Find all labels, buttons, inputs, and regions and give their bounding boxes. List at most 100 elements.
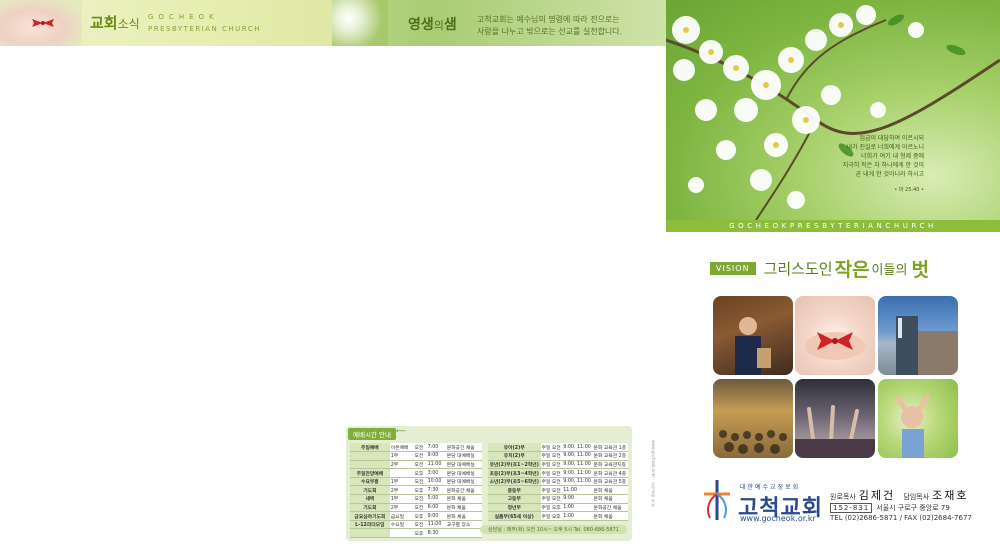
- table-row: 오후 8:30: [350, 528, 482, 539]
- table-cell: 2부: [389, 503, 414, 513]
- table-cell: 주일 오전: [540, 485, 563, 496]
- table-cell: L-12리더모임: [350, 520, 390, 530]
- verse-line: 지극히 작은 자 하나에게 한 것이: [842, 162, 924, 169]
- table-cell: 1:00: [562, 503, 593, 513]
- table-row: 주일찬양예배 오후 3:00 본당 대예배실: [350, 468, 482, 478]
- table-cell: 오전: [413, 477, 427, 487]
- table-cell: 본당 대예배실: [445, 468, 482, 478]
- pastors-info: 원로목사 김제건 담임목사 조재호: [830, 487, 975, 503]
- table-cell: 오후: [413, 468, 427, 478]
- table-cell: 새벽: [350, 494, 390, 504]
- table-cell: 8:30: [426, 528, 446, 539]
- table-row: 초등(2)부(초3~4학년) 주일 오전 9:00, 11:00 문화 교육관 …: [488, 468, 628, 478]
- table-row: 새벽 1부 오전 5:00 문화 채움: [350, 494, 482, 504]
- vision-text-1: 그리스도인: [763, 259, 833, 278]
- church-website-link[interactable]: www.gocheok.or.kr: [740, 514, 816, 523]
- table-row: 중등부 주일 오전 11:00 문화 채움: [488, 485, 628, 496]
- education-times-table: 유아(2)부 주일 오전 9:00, 11:00 문화 교육관 1층 유치(2)…: [488, 443, 628, 521]
- table-cell: 9:00, 11:00: [562, 477, 593, 487]
- mission-description: 고척교회는 예수님의 명령에 따라 전으로는 사랑을 나누고 밖으로는 선교를 …: [477, 14, 657, 38]
- table-cell: 주일 오전: [540, 443, 563, 453]
- vision-statement: VISION 그리스도인 작은 이들의 벗: [710, 256, 929, 281]
- table-cell: 주일 오후: [540, 503, 563, 513]
- table-cell: 9:00: [426, 451, 446, 461]
- church-eng-banner-text: GOCHEOKPRESBYTERIANCHURCH: [729, 222, 937, 230]
- table-cell: 문화 교육관 5층: [592, 477, 628, 487]
- cover-blossom-photo: 임금이 대답하여 이르시되 내가 진실로 너희에게 이르노니 너희가 여기 내 …: [666, 0, 1000, 220]
- table-cell: 이른예배: [389, 443, 414, 453]
- table-cell: 청년부: [488, 503, 541, 513]
- table-cell: 문화 채움: [445, 511, 482, 521]
- table-cell: 유년(2)부(초1~2학년): [488, 460, 541, 470]
- table-cell: 본당 대예배실: [445, 477, 482, 487]
- table-cell: 11:00: [426, 520, 446, 530]
- vision-text-4: 벗: [911, 258, 929, 281]
- table-row: 금요심야기도회 금요일 오후 9:00 문화 채움: [350, 511, 482, 521]
- verse-line: 곧 내게 한 것이니라 하시고: [855, 171, 924, 178]
- table-cell: 교구별 장소: [445, 520, 482, 530]
- verse-citation: • 마 25:40 •: [894, 187, 924, 193]
- table-row: 유년(2)부(초1~2학년) 주일 오전 9:00, 11:00 문화 교육관지…: [488, 460, 628, 470]
- table-cell: 오전: [413, 520, 427, 530]
- photo-grid: [713, 296, 958, 458]
- table-cell: [350, 528, 390, 539]
- table-cell: 9:00: [426, 511, 446, 521]
- table-cell: [445, 528, 482, 539]
- table-cell: 9:00: [562, 494, 593, 504]
- church-address: 152-831 서울시 구로구 중앙로 79: [830, 503, 950, 513]
- table-cell: 문화 채움: [445, 494, 482, 504]
- table-cell: 문화 채움: [592, 485, 628, 496]
- vision-tag: VISION: [710, 261, 756, 275]
- table-cell: 금요심야기도회: [350, 511, 390, 521]
- table-cell: 문화 교육관 2층: [592, 451, 628, 461]
- table-cell: 9:00, 11:00: [562, 460, 593, 470]
- pastor1-name: 김제건: [858, 489, 896, 502]
- worship-schedule: 예배시간 안내 ⟵ 주일예배 이른예배 오전 7:00 문화공간 채움 1부 오…: [346, 426, 632, 541]
- table-cell: 문화 교육관 4층: [592, 468, 628, 478]
- table-cell: 오전: [413, 460, 427, 470]
- table-cell: 문화공간 채움: [445, 485, 482, 496]
- table-cell: 기도회: [350, 485, 390, 496]
- table-cell: 문화 교육관 1층: [592, 443, 628, 453]
- table-cell: 소년(2)부(초5~6학년): [488, 477, 541, 487]
- table-row: 실롬부(65세 이상) 주일 오후 1:00 문화 채움: [488, 511, 628, 521]
- congregation-photo: [713, 379, 793, 458]
- blossom-image: [332, 0, 388, 46]
- table-cell: 금요일: [389, 511, 414, 521]
- table-cell: 1:00: [562, 511, 593, 521]
- worship-hands-raised-photo: [795, 379, 875, 458]
- church-eng-name-line2: PRESBYTERIAN CHURCH: [148, 25, 261, 33]
- pastor2-title: 담임목사: [903, 493, 930, 501]
- table-cell: 11:00: [562, 485, 593, 496]
- pastor1-title: 원로목사: [830, 493, 856, 501]
- church-news-title: 교회소식: [90, 14, 140, 32]
- table-cell: [350, 451, 390, 461]
- table-cell: 오전: [413, 503, 427, 513]
- table-row: 기도회 2부 오후 7:30 문화공간 채움: [350, 485, 482, 496]
- table-cell: 9:00, 11:00: [562, 468, 593, 478]
- counseling-note: 상담실 : 매주(화) 오전 10시~ 오후 5시 Tel. 080-686-5…: [480, 525, 627, 534]
- table-cell: 유아(2)부: [488, 443, 541, 453]
- table-cell: 오전: [413, 443, 427, 453]
- table-cell: 3:00: [426, 468, 446, 478]
- table-cell: 2부: [389, 485, 414, 496]
- table-cell: 주일 오후: [540, 511, 563, 521]
- children-playing-photo: [878, 379, 958, 458]
- postal-code: 152-831: [830, 503, 873, 513]
- table-cell: 문화 교육관지층: [592, 460, 628, 470]
- table-cell: 문화 채움: [592, 494, 628, 504]
- table-row: 2부 오전 11:00 본당 대예배실: [350, 460, 482, 470]
- table-cell: 오후: [413, 528, 427, 539]
- table-cell: 수요부흥: [350, 477, 390, 487]
- table-row: 유치(2)부 주일 오전 9:00, 11:00 문화 교육관 2층: [488, 451, 628, 461]
- table-cell: 7:30: [426, 485, 446, 496]
- table-cell: 5:00: [426, 494, 446, 504]
- table-cell: [350, 460, 390, 470]
- church-eng-banner: GOCHEOKPRESBYTERIANCHURCH: [666, 220, 1000, 232]
- verse-line: 내가 진실로 너희에게 이르노니: [846, 144, 924, 151]
- fountain-of-life-title: 영생의샘: [408, 17, 457, 33]
- table-cell: 중등부: [488, 485, 541, 496]
- table-row: 주일예배 이른예배 오전 7:00 문화공간 채움: [350, 443, 482, 453]
- vision-text-2: 작은: [834, 258, 870, 281]
- table-row: 기도회 2부 오전 6:00 문화 채움: [350, 503, 482, 513]
